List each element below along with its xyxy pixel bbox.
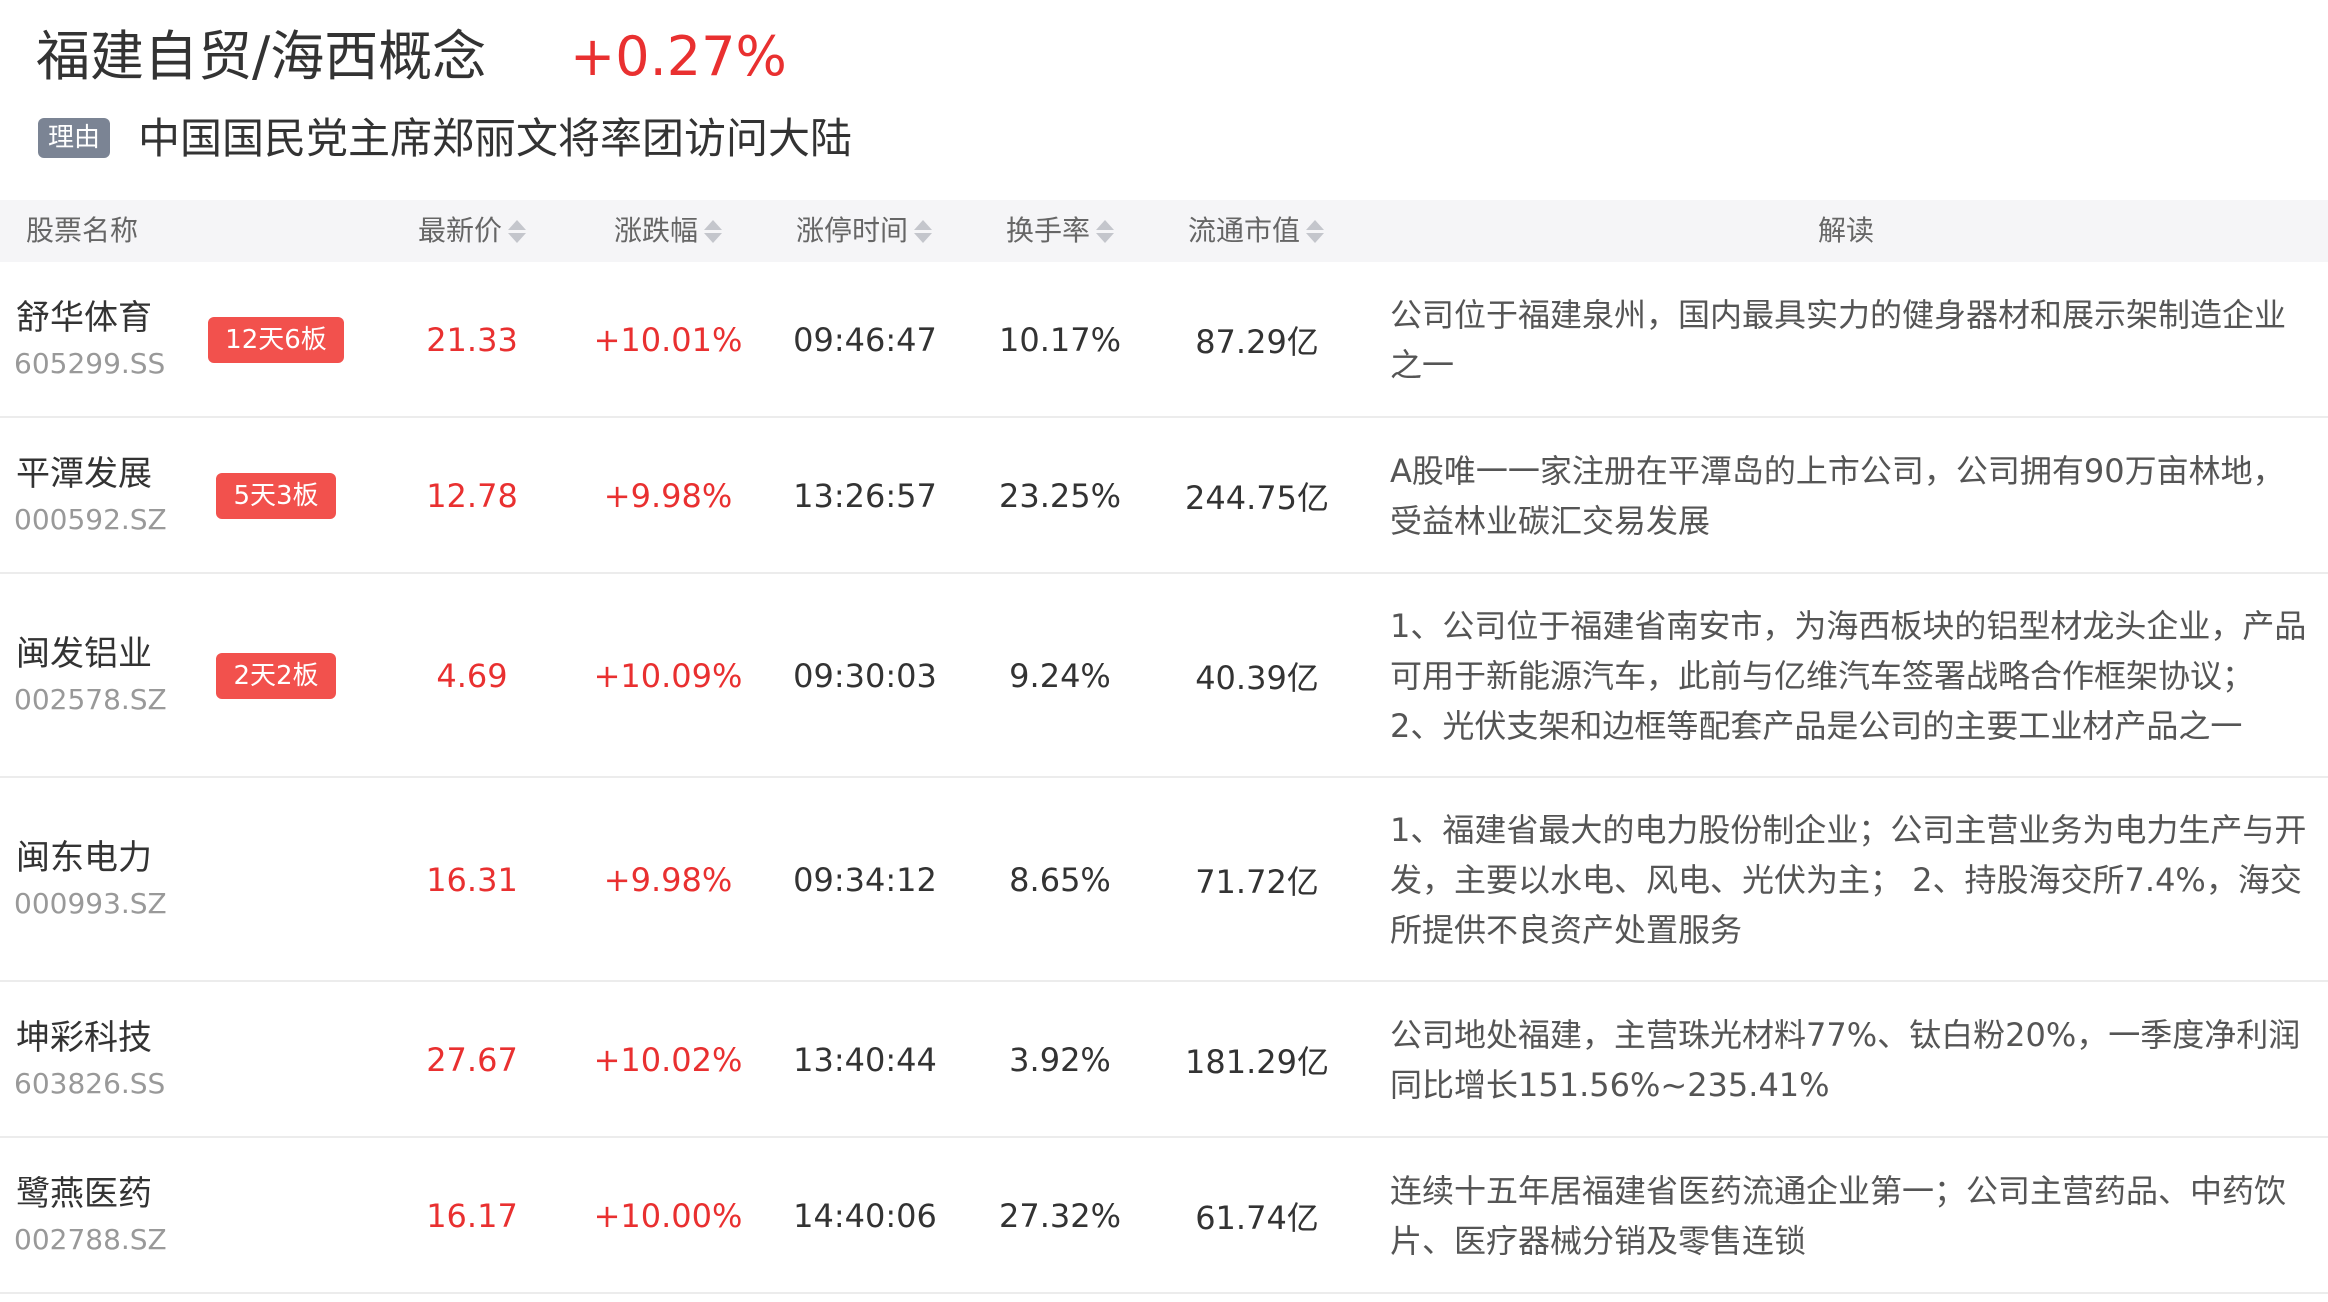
latest-price: 21.33 bbox=[426, 321, 518, 359]
change-percent: +10.00% bbox=[593, 1197, 743, 1235]
limit-up-badge: 12天6板 bbox=[208, 317, 344, 363]
latest-price: 16.17 bbox=[426, 1197, 518, 1235]
limit-up-time: 09:30:03 bbox=[793, 657, 937, 695]
stock-name[interactable]: 舒华体育 bbox=[16, 296, 152, 340]
limit-up-time: 14:40:06 bbox=[793, 1197, 937, 1235]
latest-price: 27.67 bbox=[426, 1041, 518, 1079]
stock-interpretation: 公司位于福建泉州，国内最具实力的健身器材和展示架制造企业之一 bbox=[1390, 296, 2287, 384]
stock-interpretation: 1、公司位于福建省南安市，为海西板块的铝型材龙头企业，产品可用于新能源汽车，此前… bbox=[1390, 607, 2307, 745]
turnover-rate: 23.25% bbox=[998, 477, 1121, 515]
limit-up-time: 09:34:12 bbox=[793, 861, 937, 899]
sector-title: 福建自贸/海西概念 bbox=[36, 25, 487, 88]
sector-change: +0.27% bbox=[570, 25, 787, 88]
market-cap: 244.75亿 bbox=[1185, 479, 1329, 517]
table-row[interactable]: 坤彩科技 603826.SS 27.67 +10.02% 13:40:44 3.92% 18… bbox=[0, 982, 2328, 1138]
sort-icon[interactable] bbox=[914, 219, 933, 243]
latest-price: 12.78 bbox=[426, 477, 518, 515]
table-row[interactable]: 闽东电力 000993.SZ 16.31 +9.98% 09:34:12 8.65% 71.… bbox=[0, 778, 2328, 982]
limit-up-time: 13:26:57 bbox=[793, 477, 937, 515]
stock-code: 605299.SS bbox=[14, 347, 166, 380]
stock-name[interactable]: 平潭发展 bbox=[16, 452, 152, 496]
sort-icon[interactable] bbox=[508, 219, 527, 243]
stock-interpretation: 连续十五年居福建省医药流通企业第一；公司主营药品、中药饮片、医疗器械分销及零售连… bbox=[1390, 1172, 2287, 1260]
limit-up-badge: 5天3板 bbox=[216, 473, 336, 519]
market-cap: 40.39亿 bbox=[1195, 659, 1319, 697]
change-percent: +10.01% bbox=[593, 321, 743, 359]
turnover-rate: 8.65% bbox=[1009, 861, 1111, 899]
change-percent: +10.02% bbox=[593, 1041, 743, 1079]
stock-name[interactable]: 闽发铝业 bbox=[16, 632, 152, 676]
turnover-rate: 9.24% bbox=[1009, 657, 1111, 695]
column-header-change[interactable]: 涨跌幅 bbox=[614, 200, 723, 262]
limit-up-time: 13:40:44 bbox=[793, 1041, 937, 1079]
market-cap: 181.29亿 bbox=[1185, 1043, 1329, 1081]
stock-interpretation: 公司地处福建，主营珠光材料77%、钛白粉20%，一季度净利润同比增长151.56… bbox=[1390, 1016, 2301, 1104]
turnover-rate: 3.92% bbox=[1009, 1041, 1111, 1079]
market-cap: 61.74亿 bbox=[1195, 1199, 1319, 1237]
turnover-rate: 10.17% bbox=[998, 321, 1121, 359]
market-cap: 71.72亿 bbox=[1195, 863, 1319, 901]
column-header-interpretation: 解读 bbox=[1818, 214, 1875, 247]
column-header-turnover[interactable]: 换手率 bbox=[1006, 200, 1115, 262]
table-row[interactable]: 平潭发展 000592.SZ 5天3板 12.78 +9.98% 13:26:57 23.2… bbox=[0, 418, 2328, 574]
stock-code: 603826.SS bbox=[14, 1067, 166, 1100]
change-percent: +10.09% bbox=[593, 657, 743, 695]
change-percent: +9.98% bbox=[603, 861, 733, 899]
sort-icon[interactable] bbox=[704, 219, 723, 243]
sort-icon[interactable] bbox=[1096, 219, 1115, 243]
stock-table: 股票名称 最新价 涨跌幅 涨停时间 换手率 流通市值 解读 bbox=[0, 200, 2328, 262]
stock-code: 002578.SZ bbox=[14, 683, 167, 716]
table-row[interactable]: 鹭燕医药 002788.SZ 16.17 +10.00% 14:40:06 27.32% 6… bbox=[0, 1138, 2328, 1294]
stock-code: 002788.SZ bbox=[14, 1223, 167, 1256]
market-cap: 87.29亿 bbox=[1195, 323, 1319, 361]
stock-interpretation: 1、福建省最大的电力股份制企业；公司主营业务为电力生产与开发，主要以水电、风电、… bbox=[1390, 811, 2307, 949]
stock-name[interactable]: 闽东电力 bbox=[16, 836, 152, 880]
table-row[interactable]: 闽发铝业 002578.SZ 2天2板 4.69 +10.09% 09:30:03 9.24… bbox=[0, 574, 2328, 778]
turnover-rate: 27.32% bbox=[998, 1197, 1121, 1235]
stock-code: 000993.SZ bbox=[14, 887, 167, 920]
limit-up-badge: 2天2板 bbox=[216, 653, 336, 699]
latest-price: 4.69 bbox=[436, 657, 508, 695]
column-header-market-cap[interactable]: 流通市值 bbox=[1188, 200, 1325, 262]
stock-interpretation: A股唯一一家注册在平潭岛的上市公司，公司拥有90万亩林地，受益林业碳汇交易发展 bbox=[1390, 452, 2285, 540]
sort-icon[interactable] bbox=[1306, 219, 1325, 243]
table-row[interactable]: 舒华体育 605299.SS 12天6板 21.33 +10.01% 09:46:47 10… bbox=[0, 262, 2328, 418]
reason-text: 中国国民党主席郑丽文将率团访问大陆 bbox=[138, 114, 853, 163]
column-header-limit-time[interactable]: 涨停时间 bbox=[796, 200, 933, 262]
stock-name[interactable]: 鹭燕医药 bbox=[16, 1172, 152, 1216]
stock-name[interactable]: 坤彩科技 bbox=[16, 1016, 152, 1060]
reason-tag: 理由 bbox=[38, 118, 110, 158]
column-header-price[interactable]: 最新价 bbox=[418, 200, 527, 262]
stock-code: 000592.SZ bbox=[14, 503, 167, 536]
column-header-name: 股票名称 bbox=[26, 214, 139, 247]
change-percent: +9.98% bbox=[603, 477, 733, 515]
limit-up-time: 09:46:47 bbox=[793, 321, 937, 359]
table-header: 股票名称 最新价 涨跌幅 涨停时间 换手率 流通市值 解读 bbox=[0, 200, 2328, 262]
latest-price: 16.31 bbox=[426, 861, 518, 899]
